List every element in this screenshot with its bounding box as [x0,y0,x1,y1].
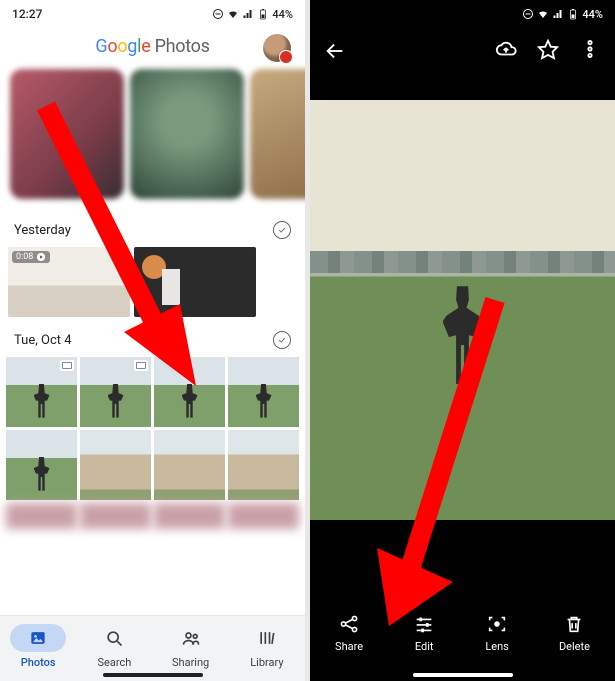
cloud-backup-button[interactable] [495,38,517,64]
video-thumbnail[interactable]: 0:08 [8,247,130,317]
photo-thumbnail[interactable] [80,357,151,427]
wifi-icon [227,8,239,20]
photo-thumbnail[interactable] [6,430,77,500]
status-battery-pct: 44% [582,8,603,21]
nav-label: Photos [21,656,56,669]
action-label: Delete [559,640,590,653]
status-battery-pct: 44% [272,8,293,21]
share-icon [338,613,360,635]
sliders-icon [413,613,435,635]
nav-tab-sharing[interactable]: Sharing [163,624,219,669]
memory-card[interactable] [250,69,305,199]
share-button[interactable]: Share [335,613,363,653]
signal-icon [242,8,254,20]
wifi-icon [537,8,549,20]
nav-label: Sharing [172,656,209,669]
more-options-button[interactable] [579,38,601,64]
photo-thumbnail[interactable] [6,503,77,529]
status-time: 12:27 [12,7,42,21]
status-bar: 12:27 44% [0,0,305,28]
app-header: Google Photos [0,28,305,69]
nav-tab-search[interactable]: Search [86,624,142,669]
viewer-top-bar [310,28,615,70]
home-indicator[interactable] [413,673,513,677]
photo-grid [0,357,305,500]
action-label: Lens [485,640,509,653]
nav-label: Search [97,656,131,669]
phone-screen-viewer: 44% S [310,0,615,681]
phone-screen-library: 12:27 44% Google Photos [0,0,305,681]
signal-icon [552,8,564,20]
lens-icon [486,613,508,635]
memory-card[interactable] [10,69,124,199]
select-day-toggle[interactable] [273,331,291,349]
battery-icon [567,8,579,20]
photo-thumbnail[interactable] [260,247,297,317]
memory-card[interactable] [130,69,244,199]
delete-button[interactable]: Delete [559,613,590,653]
dnd-icon [522,8,534,20]
people-icon [181,628,201,648]
thumb-row: 0:08 [0,247,305,321]
photo-thumbnail[interactable] [154,503,225,529]
home-indicator[interactable] [103,673,203,677]
google-photos-logo: Google Photos [95,36,209,57]
bottom-nav: Photos Search Sharing Library [0,615,305,681]
photo-thumbnail[interactable] [228,430,299,500]
motion-photo-badge-icon [60,360,74,371]
photo-viewport[interactable] [310,100,615,520]
photo-row-partial [0,500,305,529]
action-label: Share [335,640,363,653]
select-day-toggle[interactable] [273,221,291,239]
section-label: Tue, Oct 4 [14,333,72,348]
favorite-button[interactable] [537,38,559,64]
nav-tab-photos[interactable]: Photos [10,624,66,669]
library-icon [257,628,277,648]
nav-tab-library[interactable]: Library [239,624,295,669]
motion-photo-badge-icon [134,360,148,371]
photo-thumbnail[interactable] [154,357,225,427]
viewer-bottom-bar: Share Edit Lens Delete [310,603,615,681]
photo-content [310,251,615,273]
dnd-icon [212,8,224,20]
trash-icon [563,613,585,635]
account-avatar[interactable] [263,34,291,62]
photo-thumbnail[interactable] [154,430,225,500]
status-bar: 44% [310,0,615,28]
nav-label: Library [250,656,283,669]
photo-thumbnail[interactable] [80,503,151,529]
photo-thumbnail[interactable] [80,430,151,500]
section-header-tue: Tue, Oct 4 [0,321,305,357]
back-button[interactable] [324,40,346,62]
photo-thumbnail[interactable] [228,357,299,427]
action-label: Edit [415,640,434,653]
section-label: Yesterday [14,223,71,238]
photo-thumbnail[interactable] [228,503,299,529]
status-icons: 44% [212,8,293,21]
memories-carousel[interactable] [0,69,305,211]
battery-icon [257,8,269,20]
status-icons: 44% [522,8,603,21]
lens-button[interactable]: Lens [485,613,509,653]
photo-thumbnail[interactable] [134,247,256,317]
photo-icon [28,628,48,648]
search-icon [104,628,124,648]
photo-thumbnail[interactable] [6,357,77,427]
section-header-yesterday: Yesterday [0,211,305,247]
edit-button[interactable]: Edit [413,613,435,653]
video-duration-badge: 0:08 [12,251,50,263]
